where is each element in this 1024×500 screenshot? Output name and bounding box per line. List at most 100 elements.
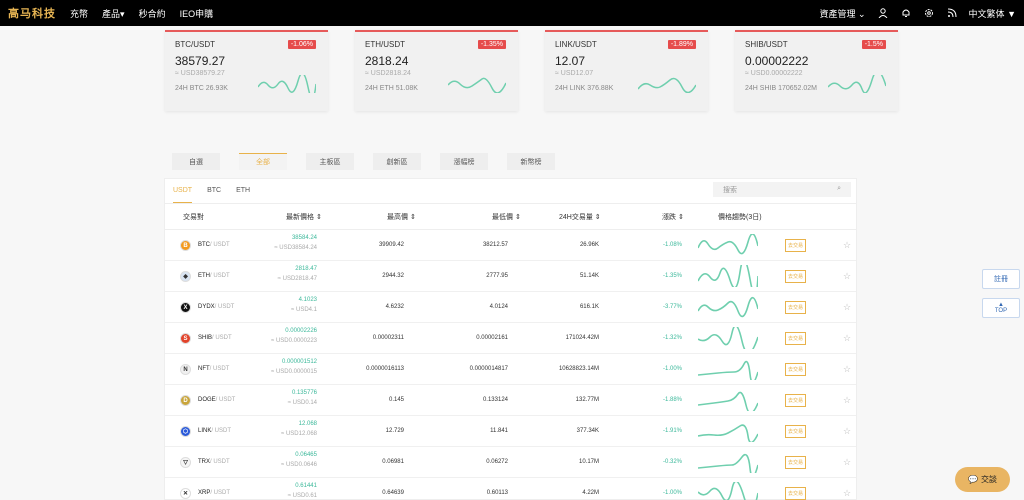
quote-symbol: / USDT [209,366,230,372]
table-row[interactable]: ▽ TRX/ USDT 0.06465 ≈ USD0.0646 0.06981 0.062… [165,447,856,478]
back-to-top-button[interactable]: ▲ TOP [982,298,1020,318]
tab-gainers[interactable]: 漲幅榜 [440,153,488,170]
chat-button[interactable]: 💬 交談 [955,467,1010,492]
pair-symbol[interactable]: XRP/ USDT [198,490,230,496]
change-percent: -1.00% [662,366,682,372]
trx-icon: ▽ [180,457,191,468]
header-low[interactable]: 最低價 ⇕ [492,212,521,222]
table-row[interactable]: D DOGE/ USDT 0.135776 ≈ USD0.14 0.145 0.13312… [165,385,856,416]
pair-symbol[interactable]: BTC/ USDT [198,242,230,248]
market-card[interactable]: SHIB/USDT -1.5% 0.00002222 ≈ USD0.000022… [735,30,898,111]
favorite-star-icon[interactable]: ☆ [843,302,851,313]
coin-symbol: DYDX [198,304,215,310]
trade-button[interactable]: 去交易 [785,270,807,283]
subtab-eth[interactable]: ETH [236,187,250,203]
header-change[interactable]: 漲跌 ⇕ [662,212,684,222]
last-price: 2818.47 ≈ USD2818.47 [278,266,317,282]
pair-symbol[interactable]: SHIB/ USDT [198,335,232,341]
last-price-usd: ≈ USD38584.24 [274,245,317,251]
asset-management-menu[interactable]: 資產管理 ⌄ [819,7,865,20]
user-icon[interactable] [877,7,889,19]
header-volume[interactable]: 24H交易量 ⇕ [559,212,601,222]
coin-symbol: LINK [198,428,212,434]
table-row[interactable]: ⬡ LINK/ USDT 12.068 ≈ USD12.068 12.729 11.841… [165,416,856,447]
favorite-star-icon[interactable]: ☆ [843,364,851,375]
trade-button[interactable]: 去交易 [785,363,807,376]
search-placeholder: 搜索 [723,187,737,194]
pair-symbol[interactable]: NFT/ USDT [198,366,229,372]
change-percent: -3.77% [662,304,682,310]
pair-symbol[interactable]: TRX/ USDT [198,459,230,465]
btc-icon: B [180,240,191,251]
trade-button[interactable]: 去交易 [785,239,807,252]
trade-button[interactable]: 去交易 [785,394,807,407]
pair-symbol[interactable]: ETH/ USDT [198,273,230,279]
favorite-star-icon[interactable]: ☆ [843,457,851,468]
high-price: 2944.32 [382,273,404,279]
change-badge: -1.5% [861,40,886,49]
gear-icon[interactable] [923,7,935,19]
pair-symbol[interactable]: DOGE/ USDT [198,397,235,403]
tab-main-board[interactable]: 主板區 [306,153,354,170]
volume-24h: 10.17M [578,459,599,465]
favorite-star-icon[interactable]: ☆ [843,426,851,437]
coin-symbol: SHIB [198,335,213,341]
tab-favorites[interactable]: 自選 [172,153,220,170]
change-percent: -1.00% [662,490,682,496]
language-select[interactable]: 中文繁体 ▼ [969,7,1016,20]
pair-symbol[interactable]: DYDX/ USDT [198,304,234,310]
search-icon: ⌕ [837,185,841,192]
subtab-usdt[interactable]: USDT [173,187,193,203]
eth-icon: ◆ [180,271,191,282]
volume-24h: 132.77M [575,397,599,403]
nav-products[interactable]: 產品▾ [102,7,125,20]
rss-icon[interactable] [946,7,958,19]
last-price: 12.068 ≈ USD12.068 [281,421,317,437]
nav-second-contract[interactable]: 秒合約 [139,7,166,20]
market-cards: BTC/USDT -1.06% 38579.27 ≈ USD38579.27 2… [165,30,898,111]
coin-symbol: NFT [198,366,210,372]
tab-new-coins[interactable]: 新幣榜 [507,153,555,170]
market-card[interactable]: LINK/USDT -1.89% 12.07 ≈ USD12.07 24H LI… [545,30,708,111]
nav-deposit[interactable]: 充幣 [70,7,88,20]
card-price: 12.07 [555,54,586,68]
favorite-star-icon[interactable]: ☆ [843,271,851,282]
chat-icon: 💬 [968,475,978,484]
favorite-star-icon[interactable]: ☆ [843,488,851,499]
market-card[interactable]: ETH/USDT -1.35% 2818.24 ≈ USD2818.24 24H… [355,30,518,111]
search-input[interactable]: 搜索 ⌕ [713,182,851,197]
table-row[interactable]: ◆ ETH/ USDT 2818.47 ≈ USD2818.47 2944.32 2777… [165,261,856,292]
coin-symbol: ETH [198,273,210,279]
tab-all[interactable]: 全部 [239,153,287,170]
header-last-price[interactable]: 最新價格 ⇕ [286,212,322,222]
change-badge: -1.35% [477,40,506,49]
logo[interactable]: 高马科技 [8,5,60,21]
table-row[interactable]: N NFT/ USDT 0.000001512 ≈ USD0.0000015 0.000… [165,354,856,385]
trade-button[interactable]: 去交易 [785,456,807,469]
coin-symbol: DOGE [198,397,216,403]
volume-24h: 51.14K [579,273,599,279]
trend-sparkline [698,482,758,500]
nav-ieo[interactable]: IEO申購 [180,7,214,20]
low-price: 0.06272 [486,459,508,465]
trade-button[interactable]: 去交易 [785,332,807,345]
register-side-button[interactable]: 註冊 [982,269,1020,289]
trade-button[interactable]: 去交易 [785,301,807,314]
market-card[interactable]: BTC/USDT -1.06% 38579.27 ≈ USD38579.27 2… [165,30,328,111]
favorite-star-icon[interactable]: ☆ [843,240,851,251]
tab-innovation[interactable]: 創新區 [373,153,421,170]
high-price: 0.0000016113 [366,366,404,372]
pair-symbol[interactable]: LINK/ USDT [198,428,231,434]
favorite-star-icon[interactable]: ☆ [843,333,851,344]
header-high[interactable]: 最高價 ⇕ [387,212,416,222]
bell-icon[interactable] [900,7,912,19]
table-row[interactable]: ✕ XRP/ USDT 0.61441 ≈ USD0.61 0.64639 0.60113… [165,478,856,500]
table-row[interactable]: B BTC/ USDT 38584.24 ≈ USD38584.24 39909.42 3… [165,230,856,261]
table-row[interactable]: S SHIB/ USDT 0.00002226 ≈ USD0.0000223 0.000… [165,323,856,354]
trade-button[interactable]: 去交易 [785,425,807,438]
trade-button[interactable]: 去交易 [785,487,807,500]
favorite-star-icon[interactable]: ☆ [843,395,851,406]
subtab-btc[interactable]: BTC [207,187,221,203]
table-row[interactable]: X DYDX/ USDT 4.1023 ≈ USD4.1 4.6232 4.0124 616… [165,292,856,323]
change-percent: -1.88% [662,397,682,403]
